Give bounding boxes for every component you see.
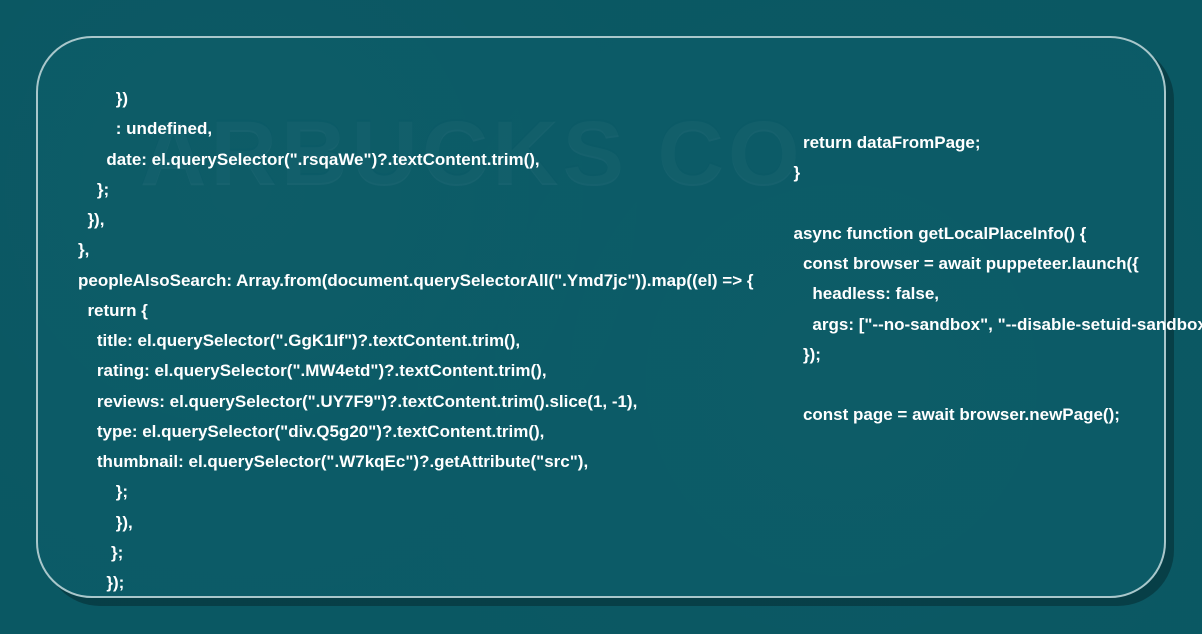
code-column-left: }) : undefined, date: el.querySelector("… xyxy=(78,84,754,566)
code-card: }) : undefined, date: el.querySelector("… xyxy=(36,36,1166,598)
code-column-right: return dataFromPage; } async function ge… xyxy=(794,84,1202,566)
